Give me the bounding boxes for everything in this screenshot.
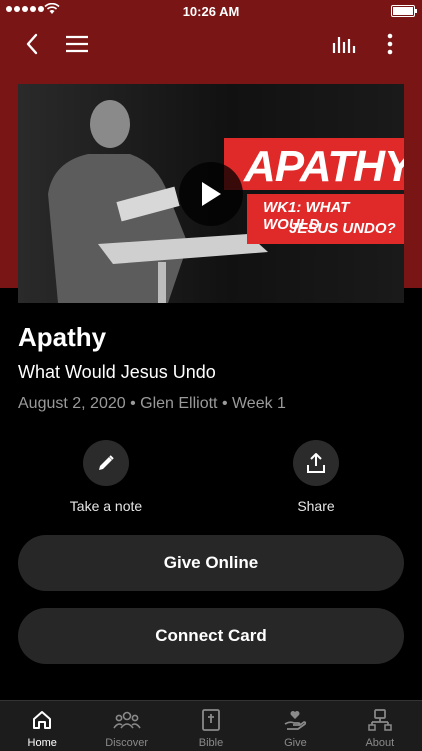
take-note-button[interactable]: Take a note <box>46 440 166 514</box>
play-icon <box>202 182 221 206</box>
tab-give[interactable]: Give <box>253 701 337 751</box>
more-icon <box>387 33 393 55</box>
tab-give-label: Give <box>284 737 307 749</box>
audio-button[interactable] <box>326 26 362 62</box>
home-icon <box>33 711 52 729</box>
tab-bar: Home Discover Bible Give About <box>0 700 422 751</box>
tab-about-label: About <box>365 737 395 749</box>
menu-button[interactable] <box>59 26 95 62</box>
nav-bar <box>0 26 422 62</box>
tab-bible-label: Bible <box>198 737 224 749</box>
play-button[interactable] <box>179 162 243 226</box>
sermon-title: Apathy <box>18 322 107 352</box>
people-icon <box>112 711 141 729</box>
tab-discover[interactable]: Discover <box>84 701 168 751</box>
battery-icon <box>391 5 417 17</box>
share-label: Share <box>297 498 335 514</box>
video-banner-title: APATHY <box>224 138 404 191</box>
menu-icon <box>66 35 88 53</box>
sermon-meta: August 2, 2020 • Glen Elliott • Week 1 <box>18 395 286 412</box>
give-hand-icon <box>284 711 307 730</box>
status-time: 10:26 AM <box>182 4 240 19</box>
pencil-icon <box>99 455 114 470</box>
tab-about[interactable]: About <box>338 701 422 751</box>
connect-card-button[interactable]: Connect Card <box>18 608 404 664</box>
note-circle[interactable] <box>83 440 129 486</box>
share-button[interactable]: Share <box>256 440 376 514</box>
give-online-button[interactable]: Give Online <box>18 535 404 591</box>
tab-home-label: Home <box>27 737 57 749</box>
sermon-subtitle: What Would Jesus Undo <box>18 362 216 382</box>
video-banner-subtitle: WK1: WHAT WOULD JESUS UNDO? <box>247 194 404 244</box>
tab-home[interactable]: Home <box>0 701 84 751</box>
share-icon <box>307 453 325 473</box>
bible-icon <box>202 709 220 731</box>
back-button[interactable] <box>14 26 50 62</box>
tab-bible[interactable]: Bible <box>169 701 253 751</box>
about-org-icon <box>368 709 392 731</box>
status-bar: 10:26 AM <box>0 0 422 22</box>
video-player[interactable]: APATHY WK1: WHAT WOULD JESUS UNDO? <box>18 84 404 303</box>
more-button[interactable] <box>372 26 408 62</box>
tab-discover-label: Discover <box>105 737 148 749</box>
back-icon <box>26 33 38 55</box>
take-note-label: Take a note <box>69 498 143 514</box>
audio-bars-icon <box>332 37 356 53</box>
share-circle[interactable] <box>293 440 339 486</box>
